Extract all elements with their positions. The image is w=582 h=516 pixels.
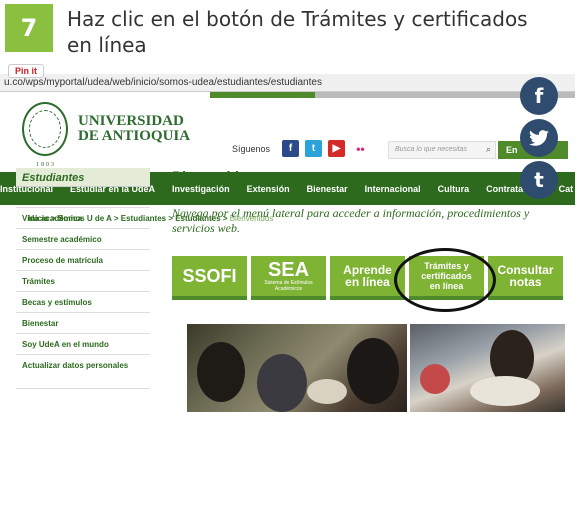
step-title: Haz clic en el botón de Trámites y certi… [67,7,528,57]
follow-us-label: Síguenos [232,144,271,154]
sea-tile-subtitle: Sistema de Estímulos Académicos [264,280,313,292]
youtube-icon[interactable]: ▶ [328,140,345,157]
service-tiles: SSOFI SEA Sistema de Estímulos Académico… [172,256,567,300]
ssofi-tile[interactable]: SSOFI [172,256,247,300]
sidebar-title: Estudiantes [16,168,150,187]
sidebar: Estudiantes Bienvenidos Vida académica S… [16,168,150,389]
flickr-icon[interactable]: •• [352,140,369,157]
sidebar-item-mundo[interactable]: Soy UdeA en el mundo [16,334,150,355]
sidebar-item-tramites[interactable]: Trámites [16,271,150,292]
consultar-notas-tile[interactable]: Consultar notas [488,256,563,300]
site-header: 1803 UNIVERSIDAD DE ANTIOQUIA Síguenos f… [0,92,575,172]
twitter-icon[interactable]: t [305,140,322,157]
student-reading-photo [410,324,565,412]
university-seal-logo[interactable] [22,102,68,156]
share-twitter-icon[interactable] [520,119,558,157]
share-facebook-icon[interactable]: f [520,77,558,115]
university-name[interactable]: UNIVERSIDAD DE ANTIOQUIA [78,114,190,144]
sidebar-item-semestre[interactable]: Semestre académico [16,229,150,250]
step-number-badge: 7 [5,4,53,52]
sidebar-item-vida-academica[interactable]: Vida académica [16,208,150,229]
university-name-line1: UNIVERSIDAD [78,113,184,129]
header-accent-green [210,92,315,98]
page-description: Navega por el menú lateral para acceder … [172,206,530,235]
page-title: Bienvenidos [172,168,256,184]
step-header: 7 Haz clic en el botón de Trámites y cer… [5,4,547,58]
sea-tile[interactable]: SEA Sistema de Estímulos Académicos [251,256,326,300]
sea-tile-label: SEA [267,259,310,281]
highlight-circle [394,248,496,312]
sidebar-item-matricula[interactable]: Proceso de matrícula [16,250,150,271]
twitter-bird-icon [529,130,549,146]
facebook-icon[interactable]: f [282,140,299,157]
sidebar-item-becas[interactable]: Becas y estímulos [16,292,150,313]
sidebar-item-actualizar[interactable]: Actualizar datos personales [16,355,150,389]
address-bar[interactable]: u.co/wps/myportal/udea/web/inicio/somos-… [0,74,575,92]
pinterest-pin-button[interactable]: Pin it [8,64,44,78]
sidebar-item-bienestar[interactable]: Bienestar [16,313,150,334]
search-input[interactable]: Busca lo que necesitas ⌕ [388,141,496,159]
search-icon[interactable]: ⌕ [486,144,491,155]
main-content: Bienvenidos Navega por el menú lateral p… [172,168,572,236]
students-photo [187,324,407,412]
university-name-line2: DE ANTIOQUIA [78,128,191,144]
share-tumblr-icon[interactable]: t [520,161,558,199]
sidebar-item-bienvenidos[interactable]: Bienvenidos [16,187,150,208]
